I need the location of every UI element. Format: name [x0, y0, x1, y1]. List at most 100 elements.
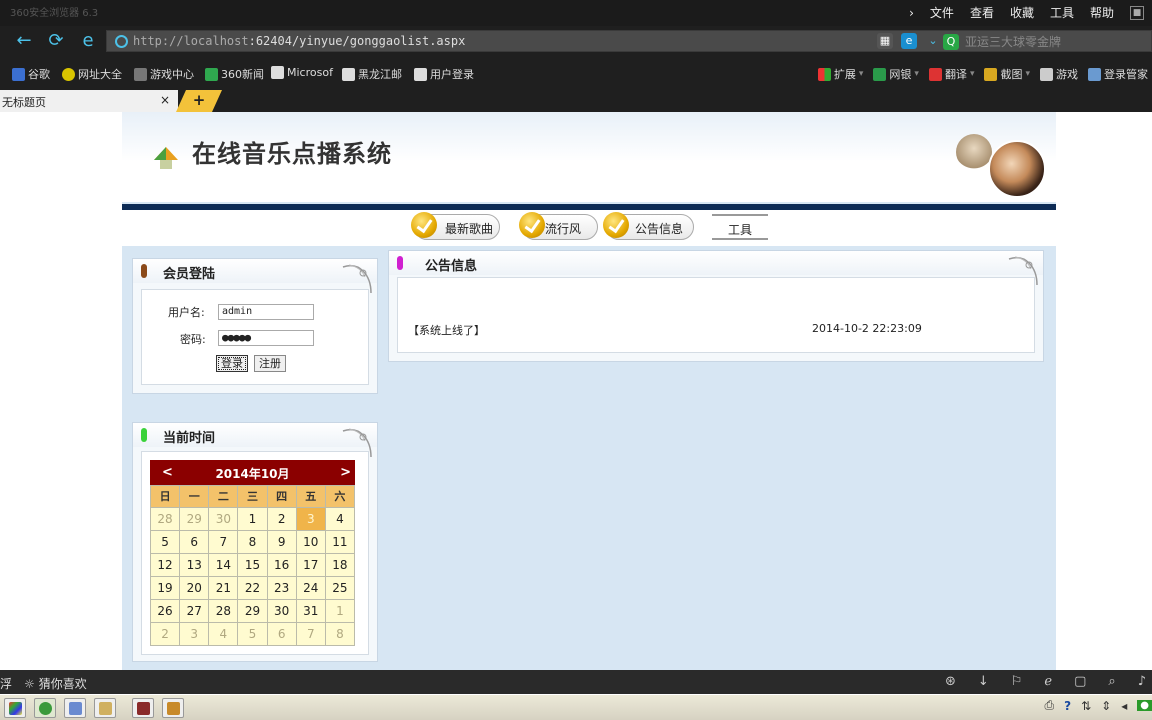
url-field[interactable]: http://localhost:62404/yinyue/gonggaolis…	[106, 30, 1152, 52]
password-field[interactable]: ●●●●●	[218, 330, 314, 346]
calendar-day[interactable]: 1	[238, 508, 268, 531]
news-ticker-text[interactable]: 亚运三大球零金牌	[965, 33, 1061, 50]
help-icon[interactable]: ?	[1064, 699, 1071, 713]
tool-games[interactable]: 游戏	[1040, 66, 1078, 82]
dropdown-icon[interactable]: ▾	[914, 69, 919, 79]
calendar-day[interactable]: 27	[180, 600, 210, 623]
bookmark-user-login[interactable]: 用户登录	[414, 66, 474, 82]
calendar-day[interactable]: 18	[325, 554, 355, 577]
flag-icon[interactable]: ⚐	[1011, 674, 1023, 689]
news-ticker[interactable]: Q 亚运三大球零金牌	[943, 33, 1061, 50]
calendar-day[interactable]: 5	[151, 531, 181, 554]
browser-e-icon[interactable]: e	[78, 31, 98, 51]
zoom-icon[interactable]: ⌕	[1108, 674, 1115, 689]
calendar-day[interactable]: 25	[325, 577, 355, 600]
calendar-day[interactable]: 19	[151, 577, 181, 600]
tool-screenshot[interactable]: 截图 ▾	[984, 66, 1030, 82]
close-icon[interactable]: ×	[160, 93, 170, 107]
tool-banking[interactable]: 网银 ▾	[873, 66, 919, 82]
taskbar-app-3[interactable]	[94, 698, 116, 718]
tool-login-manager[interactable]: 登录管家	[1088, 66, 1148, 82]
url-text[interactable]: http://localhost:62404/yinyue/gonggaolis…	[133, 34, 465, 48]
calendar-day[interactable]: 3	[180, 623, 210, 646]
bookmark-360news[interactable]: 360新闻	[205, 66, 264, 82]
nav-announcements[interactable]: 公告信息	[603, 212, 694, 240]
nav-pop-style[interactable]: 流行风	[519, 212, 598, 240]
calendar-day[interactable]: 6	[180, 531, 210, 554]
calendar-day[interactable]: 12	[151, 554, 181, 577]
refresh-icon[interactable]: ⟳	[46, 31, 66, 51]
calendar-day[interactable]: 8	[325, 623, 355, 646]
calendar-day[interactable]: 3	[296, 508, 326, 531]
calendar-day[interactable]: 11	[325, 531, 355, 554]
calendar-day[interactable]: 31	[296, 600, 326, 623]
calendar-day[interactable]: 13	[180, 554, 210, 577]
calendar-day[interactable]: 8	[238, 531, 268, 554]
chevron-down-icon[interactable]: ⌄	[925, 33, 941, 49]
back-arrow-icon[interactable]: ←	[14, 31, 34, 51]
tool-extensions[interactable]: 扩展 ▾	[817, 66, 864, 82]
tab-untitled[interactable]: 无标题页 ×	[0, 90, 178, 112]
calendar-day[interactable]: 4	[325, 508, 355, 531]
calendar-day[interactable]: 28	[209, 600, 239, 623]
calendar-day[interactable]: 7	[209, 531, 239, 554]
menu-view[interactable]: 查看	[970, 4, 994, 21]
chevron-right-icon[interactable]: ›	[909, 6, 914, 20]
taskbar-app-5[interactable]	[162, 698, 184, 718]
bookmark-google[interactable]: 谷歌	[12, 66, 50, 82]
calendar-day[interactable]: 4	[209, 623, 239, 646]
calendar-day[interactable]: 30	[209, 508, 239, 531]
calendar-day[interactable]: 28	[151, 508, 181, 531]
calendar-day[interactable]: 20	[180, 577, 210, 600]
volume-icon[interactable]: ♪	[1138, 674, 1146, 689]
new-tab-button[interactable]: +	[176, 90, 222, 112]
download-icon[interactable]: ↓	[978, 674, 989, 689]
taskbar-app-2[interactable]	[64, 698, 86, 718]
calendar-day[interactable]: 15	[238, 554, 268, 577]
tool-translate[interactable]: 翻译 ▾	[928, 66, 975, 82]
calendar-next-button[interactable]: >	[340, 465, 351, 480]
dropdown-icon[interactable]: ▾	[859, 69, 864, 79]
arrows-icon[interactable]: ⇕	[1101, 699, 1111, 713]
speedup-icon[interactable]: ⊛	[945, 674, 956, 689]
calendar-day[interactable]: 29	[238, 600, 268, 623]
bookmark-hlj-post[interactable]: 黑龙江邮	[342, 66, 402, 82]
nav-latest-songs[interactable]: 最新歌曲	[411, 212, 500, 240]
bookmark-microsoft[interactable]: Microsof	[271, 66, 333, 79]
speaker-icon[interactable]: ◂	[1121, 699, 1127, 713]
calendar-day[interactable]: 14	[209, 554, 239, 577]
username-field[interactable]: admin	[218, 304, 314, 320]
taskbar-start-button[interactable]	[4, 698, 26, 718]
dropdown-icon[interactable]: ▾	[1025, 69, 1030, 79]
dropdown-icon[interactable]: ▾	[970, 69, 975, 79]
security-icon[interactable]: ●	[1137, 700, 1152, 711]
calendar-day[interactable]: 26	[151, 600, 181, 623]
calendar-day[interactable]: 21	[209, 577, 239, 600]
guess-you-like[interactable]: ☼ 猜你喜欢	[24, 675, 87, 692]
window-icon[interactable]: ▢	[1074, 674, 1086, 689]
notice-title[interactable]: 【系统上线了】	[408, 324, 485, 337]
grid-icon[interactable]: ▦	[877, 33, 893, 49]
menu-favorites[interactable]: 收藏	[1010, 4, 1034, 21]
bookmark-games[interactable]: 游戏中心	[134, 66, 194, 82]
calendar-day[interactable]: 7	[296, 623, 326, 646]
calendar-day[interactable]: 9	[267, 531, 297, 554]
calendar-day[interactable]: 30	[267, 600, 297, 623]
calendar-day[interactable]: 24	[296, 577, 326, 600]
nav-tools[interactable]: 工具	[712, 214, 768, 240]
network-icon[interactable]: ⇅	[1081, 699, 1091, 713]
calendar-day[interactable]: 10	[296, 531, 326, 554]
calendar-day[interactable]: 22	[238, 577, 268, 600]
calendar-day[interactable]: 29	[180, 508, 210, 531]
calendar-day[interactable]: 23	[267, 577, 297, 600]
menu-tools[interactable]: 工具	[1050, 4, 1074, 21]
taskbar-app-4[interactable]	[132, 698, 154, 718]
calendar-day[interactable]: 6	[267, 623, 297, 646]
login-button[interactable]: 登录	[216, 355, 248, 372]
calendar-day[interactable]: 17	[296, 554, 326, 577]
list-item[interactable]: 【系统上线了】 2014-10-2 22:23:09	[408, 322, 1024, 338]
calendar-day[interactable]: 1	[325, 600, 355, 623]
bookmark-hao[interactable]: 网址大全	[62, 66, 122, 82]
menu-help[interactable]: 帮助	[1090, 4, 1114, 21]
calendar-day[interactable]: 2	[151, 623, 181, 646]
